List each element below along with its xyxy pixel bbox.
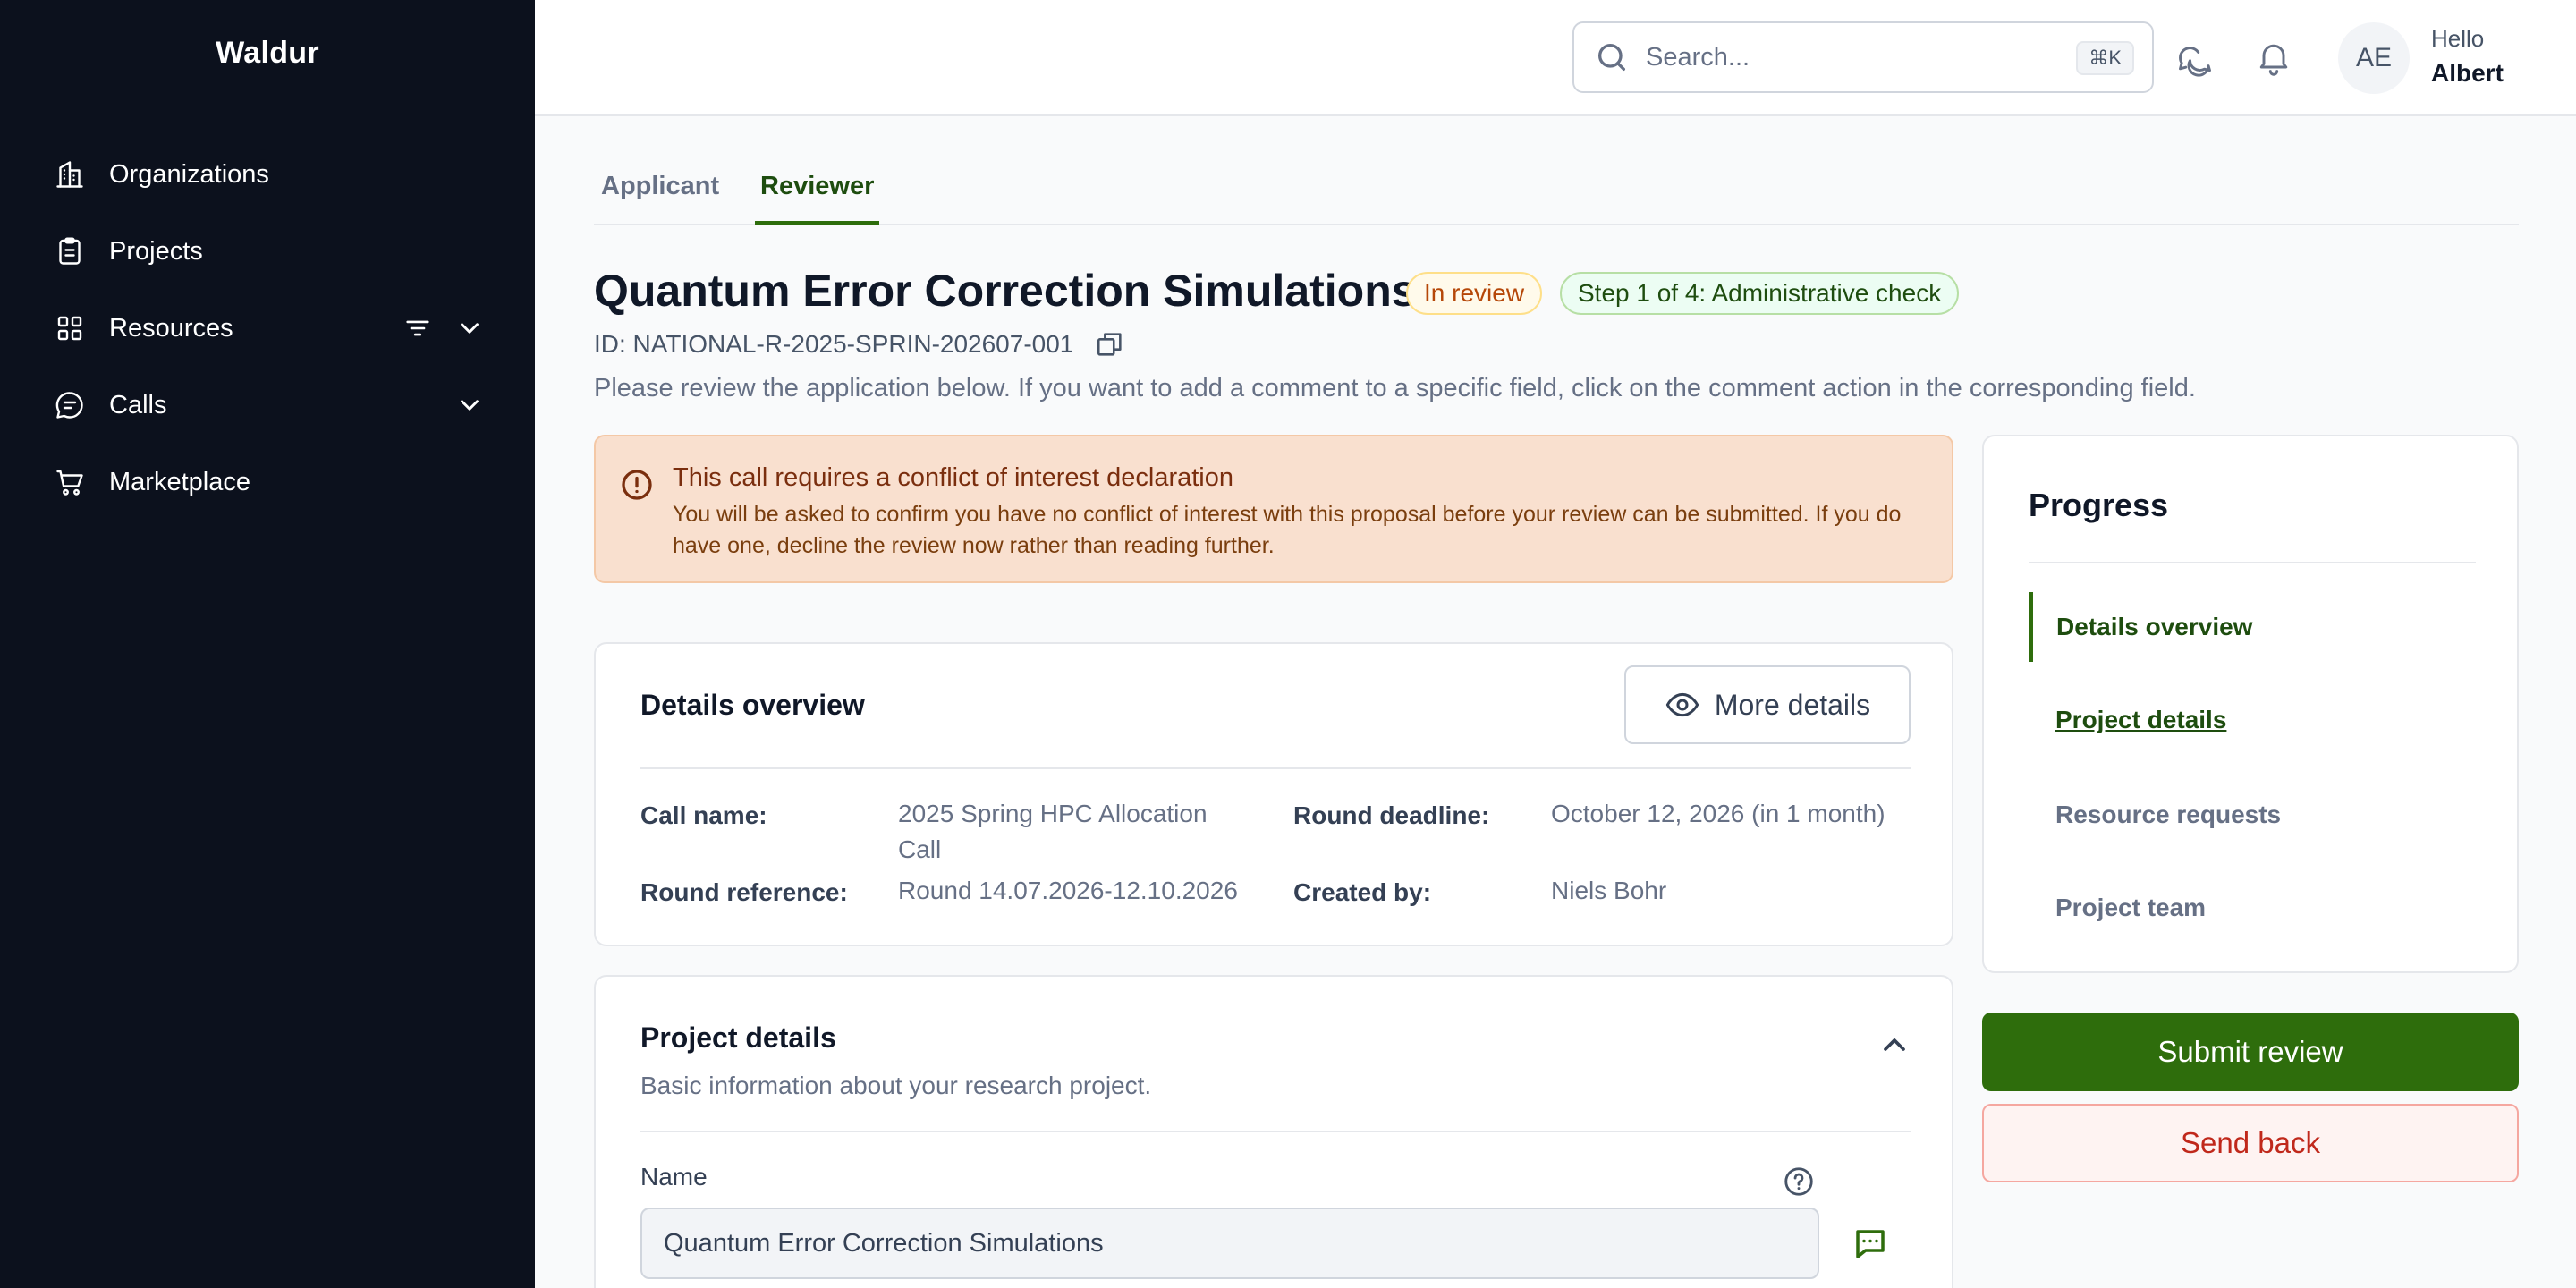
search-shortcut: ⌘K <box>2076 41 2134 75</box>
search-icon <box>1598 44 1625 72</box>
filter-icon[interactable] <box>402 313 433 343</box>
greeting: Hello <box>2431 25 2485 52</box>
progress-step-details-overview[interactable]: Details overview <box>2029 592 2476 662</box>
search-input[interactable] <box>1646 42 2039 72</box>
sidebar-item-projects[interactable]: Projects <box>0 213 535 290</box>
comment-icon[interactable] <box>1852 1225 1889 1263</box>
alert-body: You will be asked to confirm you have no… <box>673 502 1902 558</box>
call-name-label: Call name: <box>640 801 767 829</box>
divider <box>640 1131 1911 1132</box>
clipboard-icon <box>54 235 86 267</box>
copy-icon[interactable] <box>1095 329 1125 360</box>
sidebar-item-label: Calls <box>109 390 167 419</box>
tab-reviewer[interactable]: Reviewer <box>755 172 880 225</box>
chevron-down-icon[interactable] <box>454 313 485 343</box>
progress-title: Progress <box>2029 487 2169 523</box>
card-subtitle: Basic information about your research pr… <box>640 1072 1152 1099</box>
tab-applicant[interactable]: Applicant <box>601 172 719 225</box>
round-reference-label: Round reference: <box>640 878 848 906</box>
divider <box>640 767 1911 769</box>
sidebar-nav: Organizations Projects Resources Calls M… <box>0 136 535 521</box>
help-circle-icon[interactable] <box>1782 1165 1816 1199</box>
more-details-button[interactable]: More details <box>1624 665 1911 744</box>
submit-review-button[interactable]: Submit review <box>1982 1013 2519 1091</box>
sidebar-item-label: Marketplace <box>109 467 250 496</box>
progress-step-project-team[interactable]: Project team <box>2029 873 2476 943</box>
brand-logo[interactable]: Waldur <box>0 36 535 71</box>
divider <box>2029 562 2476 564</box>
call-name-value: 2025 Spring HPC Allocation Call <box>898 800 1208 863</box>
chat-icon[interactable] <box>2175 38 2215 77</box>
more-details-label: More details <box>1714 688 1871 721</box>
sidebar-item-calls[interactable]: Calls <box>0 367 535 444</box>
sidebar-item-organizations[interactable]: Organizations <box>0 136 535 213</box>
status-badge: In review <box>1406 272 1543 315</box>
page-title: Quantum Error Correction Simulations <box>594 266 1417 316</box>
card-title: Project details <box>640 1021 836 1054</box>
conflict-alert: This call requires a conflict of interes… <box>594 435 1953 583</box>
card-title: Details overview <box>640 689 865 721</box>
sidebar-item-label: Organizations <box>109 159 269 189</box>
progress-step-project-details[interactable]: Project details <box>2029 685 2476 755</box>
calls-controls <box>454 367 485 444</box>
sidebar-item-marketplace[interactable]: Marketplace <box>0 444 535 521</box>
sidebar-item-label: Resources <box>109 313 233 343</box>
sidebar-item-resources[interactable]: Resources <box>0 290 535 367</box>
resources-controls <box>402 290 485 367</box>
eye-icon <box>1665 692 1699 717</box>
building-icon <box>54 158 86 191</box>
application-id-text: ID: NATIONAL-R-2025-SPRIN-202607-001 <box>594 330 1074 358</box>
search-box[interactable]: ⌘K <box>1572 21 2154 93</box>
role-tabs: Applicant Reviewer <box>594 161 2519 225</box>
sidebar: Waldur Organizations Projects Resources <box>0 0 535 1288</box>
bell-icon[interactable] <box>2254 38 2293 77</box>
name-field-label: Name <box>640 1163 708 1191</box>
top-header: ⌘K AE Hello Albert <box>535 0 2576 116</box>
progress-step-resource-requests[interactable]: Resource requests <box>2029 780 2476 850</box>
project-details-card: Project details Basic information about … <box>594 975 1953 1288</box>
chevron-up-icon[interactable] <box>1877 1027 1912 1063</box>
alert-title: This call requires a conflict of interes… <box>673 463 1234 492</box>
cart-icon <box>54 466 86 498</box>
avatar[interactable]: AE <box>2338 22 2410 94</box>
project-name-field[interactable] <box>640 1208 1819 1279</box>
grid-icon <box>54 312 86 344</box>
round-deadline-label: Round deadline: <box>1293 801 1490 829</box>
intro-text: Please review the application below. If … <box>594 374 2196 402</box>
send-back-button[interactable]: Send back <box>1982 1104 2519 1182</box>
application-id: ID: NATIONAL-R-2025-SPRIN-202607-001 <box>594 329 1125 360</box>
progress-panel: Progress Details overview Project detail… <box>1982 435 2519 973</box>
chat-bubble-icon <box>54 389 86 421</box>
created-by-label: Created by: <box>1293 878 1432 906</box>
user-name[interactable]: Albert <box>2431 59 2504 88</box>
round-reference-value: Round 14.07.2026-12.10.2026 <box>898 877 1238 904</box>
step-badge: Step 1 of 4: Administrative check <box>1560 272 1960 315</box>
chevron-down-icon[interactable] <box>454 390 485 420</box>
details-overview-card: Details overview More details Call name:… <box>594 642 1953 946</box>
created-by-value: Niels Bohr <box>1551 877 1667 904</box>
round-deadline-value: October 12, 2026 (in 1 month) <box>1551 800 1885 827</box>
sidebar-item-label: Projects <box>109 236 203 266</box>
alert-circle-icon <box>622 470 652 500</box>
